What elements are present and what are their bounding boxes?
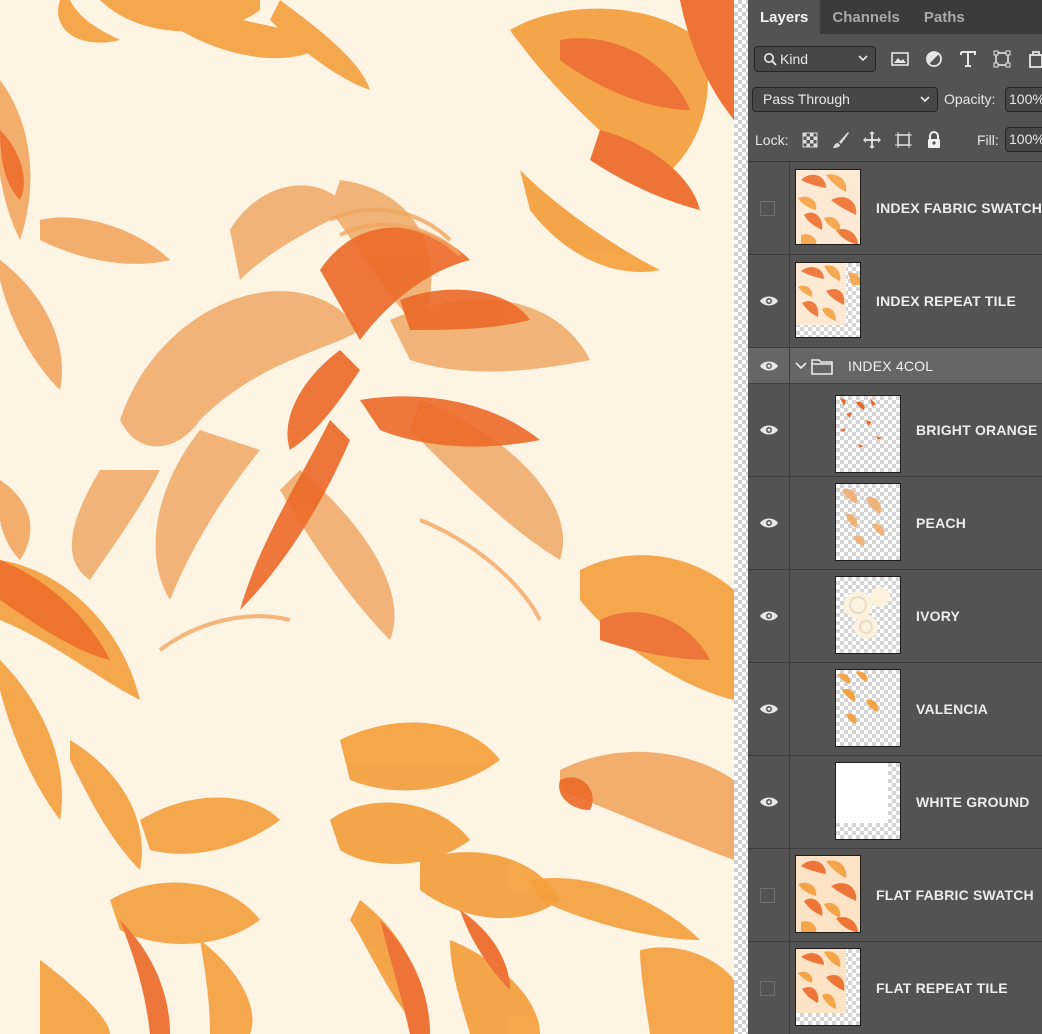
visibility-off-box-icon — [760, 981, 775, 996]
visibility-toggle[interactable] — [748, 162, 790, 254]
transparency-checker-strip — [734, 0, 748, 1034]
visibility-toggle[interactable] — [748, 477, 790, 569]
layer-thumbnail — [795, 855, 861, 933]
visibility-toggle[interactable] — [748, 348, 790, 383]
adjustment-layer-filter-icon[interactable] — [924, 49, 944, 69]
panel-tab-bar: Layers Channels Paths — [748, 0, 1042, 34]
visibility-toggle[interactable] — [748, 756, 790, 848]
pixel-layer-filter-icon[interactable] — [890, 49, 910, 69]
visibility-off-box-icon — [760, 888, 775, 903]
blend-row: Pass Through Opacity: 100% — [748, 87, 1042, 113]
lock-label: Lock: — [755, 132, 789, 148]
chevron-down-icon — [858, 55, 868, 62]
layer-row[interactable]: FLAT REPEAT TILE — [748, 942, 1042, 1034]
layer-row[interactable]: VALENCIA — [748, 663, 1042, 756]
layer-row[interactable]: FLAT FABRIC SWATCH — [748, 849, 1042, 942]
layer-name: IVORY — [916, 608, 961, 624]
layer-row[interactable]: IVORY — [748, 570, 1042, 663]
lock-artboard-icon[interactable] — [893, 130, 913, 150]
visibility-toggle[interactable] — [748, 570, 790, 662]
lock-transparent-pixels-icon[interactable] — [800, 130, 820, 150]
blend-mode-value: Pass Through — [763, 91, 850, 107]
layer-row[interactable]: INDEX FABRIC SWATCH — [748, 162, 1042, 255]
layer-name: INDEX REPEAT TILE — [876, 293, 1017, 309]
blend-mode-select[interactable]: Pass Through — [752, 87, 938, 112]
visibility-off-box-icon — [760, 201, 775, 216]
tab-paths[interactable]: Paths — [912, 0, 977, 34]
lock-all-icon[interactable] — [924, 130, 944, 150]
lock-position-move-icon[interactable] — [862, 130, 882, 150]
filter-kind-label: Kind — [780, 51, 809, 67]
layer-thumbnail — [795, 169, 861, 245]
eye-icon — [760, 425, 778, 435]
visibility-toggle[interactable] — [748, 942, 790, 1034]
layer-name: BRIGHT ORANGE — [916, 422, 1038, 438]
layer-name: WHITE GROUND — [916, 794, 1030, 810]
smart-object-filter-icon[interactable] — [1026, 49, 1042, 69]
visibility-toggle[interactable] — [748, 663, 790, 755]
eye-icon — [760, 296, 778, 306]
shape-layer-filter-icon[interactable] — [992, 49, 1012, 69]
search-icon — [764, 53, 777, 66]
layer-name: FLAT REPEAT TILE — [876, 980, 1008, 996]
chevron-down-icon — [920, 96, 930, 103]
opacity-label: Opacity: — [944, 91, 996, 107]
filter-kind-select[interactable]: Kind — [754, 46, 876, 72]
visibility-toggle[interactable] — [748, 849, 790, 941]
layer-row[interactable]: BRIGHT ORANGE — [748, 384, 1042, 477]
layer-filter-row: Kind — [748, 46, 1042, 74]
layer-thumbnail — [795, 262, 861, 338]
fill-input[interactable]: 100% — [1005, 127, 1042, 152]
eye-icon — [760, 797, 778, 807]
eye-icon — [760, 518, 778, 528]
layer-row[interactable]: INDEX REPEAT TILE — [748, 255, 1042, 348]
eye-icon — [760, 611, 778, 621]
visibility-toggle[interactable] — [748, 384, 790, 476]
layer-name: INDEX FABRIC SWATCH — [876, 200, 1042, 216]
layers-panel: Layers Channels Paths Kind Pass Through … — [748, 0, 1042, 1034]
group-name: INDEX 4COL — [848, 358, 934, 374]
lock-row: Lock: Fill: 100% — [748, 127, 1042, 153]
layer-thumbnail — [835, 483, 901, 561]
type-layer-filter-icon[interactable] — [958, 49, 978, 69]
layer-thumbnail — [795, 948, 861, 1026]
layer-name: VALENCIA — [916, 701, 989, 717]
tab-layers[interactable]: Layers — [748, 0, 821, 34]
layer-thumbnail — [835, 762, 901, 840]
tab-channels[interactable]: Channels — [820, 0, 912, 34]
fill-label: Fill: — [977, 132, 999, 148]
opacity-input[interactable]: 100% — [1005, 87, 1042, 112]
eye-icon — [760, 361, 778, 371]
layer-name: FLAT FABRIC SWATCH — [876, 887, 1034, 903]
layer-row[interactable]: PEACH — [748, 477, 1042, 570]
layer-row[interactable]: WHITE GROUND — [748, 756, 1042, 849]
layer-name: PEACH — [916, 515, 967, 531]
layer-thumbnail — [835, 576, 901, 654]
layer-thumbnail — [835, 395, 901, 473]
layer-thumbnail — [835, 669, 901, 747]
layer-list: INDEX FABRIC SWATCH INDEX REPEAT TILE IN… — [748, 162, 1042, 1034]
artwork-canvas[interactable] — [0, 0, 734, 1034]
floral-pattern-artwork — [0, 0, 734, 1034]
layer-group-row[interactable]: INDEX 4COL — [748, 348, 1042, 384]
chevron-down-icon[interactable] — [795, 361, 807, 371]
lock-image-pixels-brush-icon[interactable] — [831, 130, 851, 150]
visibility-toggle[interactable] — [748, 255, 790, 347]
folder-icon — [811, 359, 833, 375]
eye-icon — [760, 704, 778, 714]
